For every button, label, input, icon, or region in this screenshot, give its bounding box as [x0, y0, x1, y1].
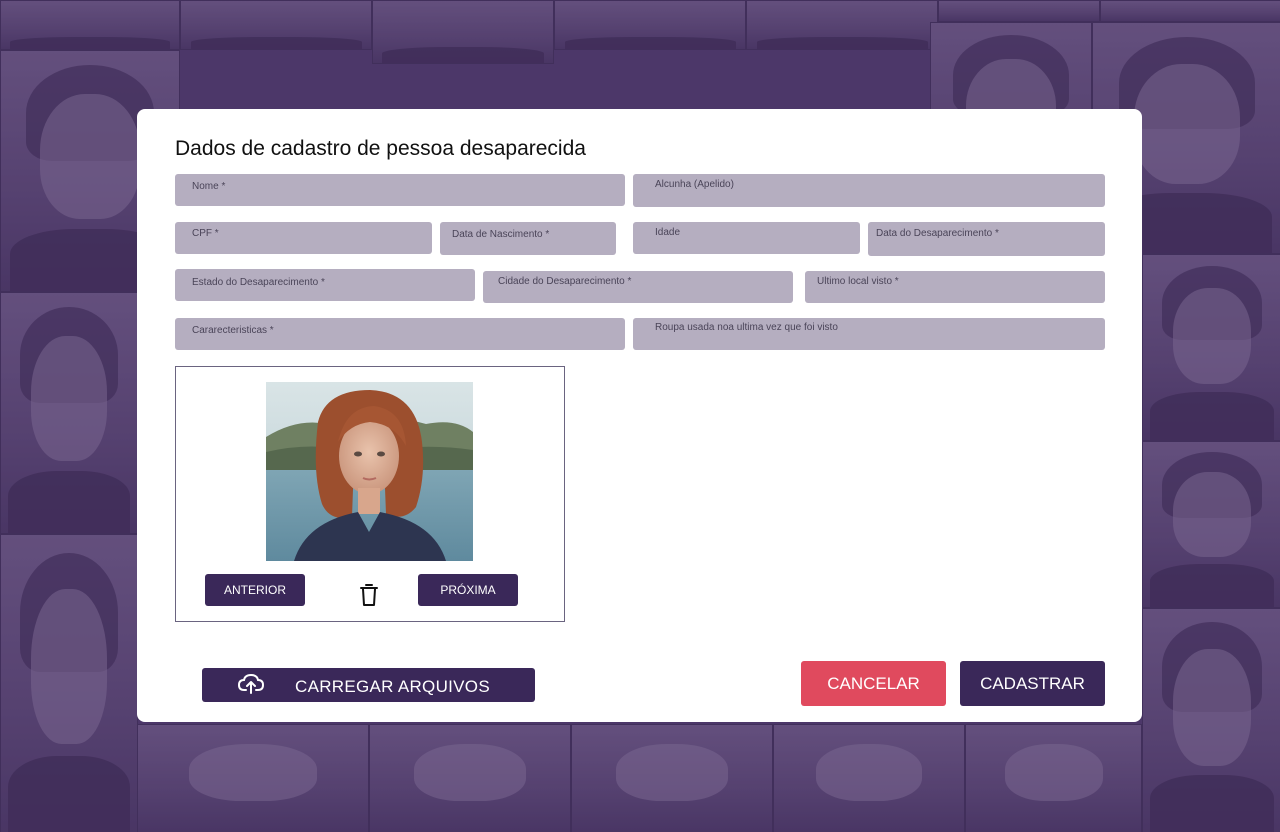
data-nascimento-field[interactable]: Data de Nascimento * — [440, 222, 616, 255]
data-desaparecimento-field[interactable]: Data do Desaparecimento * — [868, 222, 1105, 256]
caracteristicas-field[interactable]: Cararecteristicas * — [175, 318, 625, 350]
ultimo-local-label: Ultimo local visto * — [817, 276, 899, 287]
nome-field[interactable]: Nome * — [175, 174, 625, 206]
ultimo-local-field[interactable]: Ultimo local visto * — [805, 271, 1105, 303]
idade-field[interactable]: Idade — [633, 222, 860, 254]
upload-files-button[interactable]: CARREGAR ARQUIVOS — [202, 668, 535, 702]
cancel-button[interactable]: CANCELAR — [801, 661, 946, 706]
alcunha-label: Alcunha (Apelido) — [655, 179, 734, 190]
photo-gallery: ANTERIOR PRÓXIMA — [175, 366, 565, 622]
roupa-field[interactable]: Roupa usada noa ultima vez que foi visto — [633, 318, 1105, 350]
cloud-upload-icon — [237, 673, 265, 695]
previous-photo-button[interactable]: ANTERIOR — [205, 574, 305, 606]
next-photo-button[interactable]: PRÓXIMA — [418, 574, 518, 606]
trash-icon[interactable] — [359, 583, 379, 607]
estado-desaparecimento-label: Estado do Desaparecimento * — [192, 277, 325, 288]
caracteristicas-label: Cararecteristicas * — [192, 325, 274, 336]
submit-button[interactable]: CADASTRAR — [960, 661, 1105, 706]
nome-label: Nome * — [192, 181, 226, 192]
cidade-desaparecimento-label: Cidade do Desaparecimento * — [498, 276, 632, 287]
register-dialog: Dados de cadastro de pessoa desaparecida… — [137, 109, 1142, 722]
data-desaparecimento-label: Data do Desaparecimento * — [876, 228, 999, 239]
alcunha-field[interactable]: Alcunha (Apelido) — [633, 174, 1105, 207]
idade-label: Idade — [655, 227, 681, 238]
estado-desaparecimento-field[interactable]: Estado do Desaparecimento * — [175, 269, 475, 301]
data-nascimento-label: Data de Nascimento * — [452, 229, 550, 240]
cidade-desaparecimento-field[interactable]: Cidade do Desaparecimento * — [483, 271, 793, 303]
cpf-field[interactable]: CPF * — [175, 222, 432, 254]
missing-person-photo — [266, 382, 473, 561]
cpf-label: CPF * — [192, 228, 219, 239]
upload-files-label: CARREGAR ARQUIVOS — [295, 677, 490, 696]
roupa-label: Roupa usada noa ultima vez que foi visto — [655, 322, 838, 333]
page-title: Dados de cadastro de pessoa desaparecida — [175, 137, 586, 160]
